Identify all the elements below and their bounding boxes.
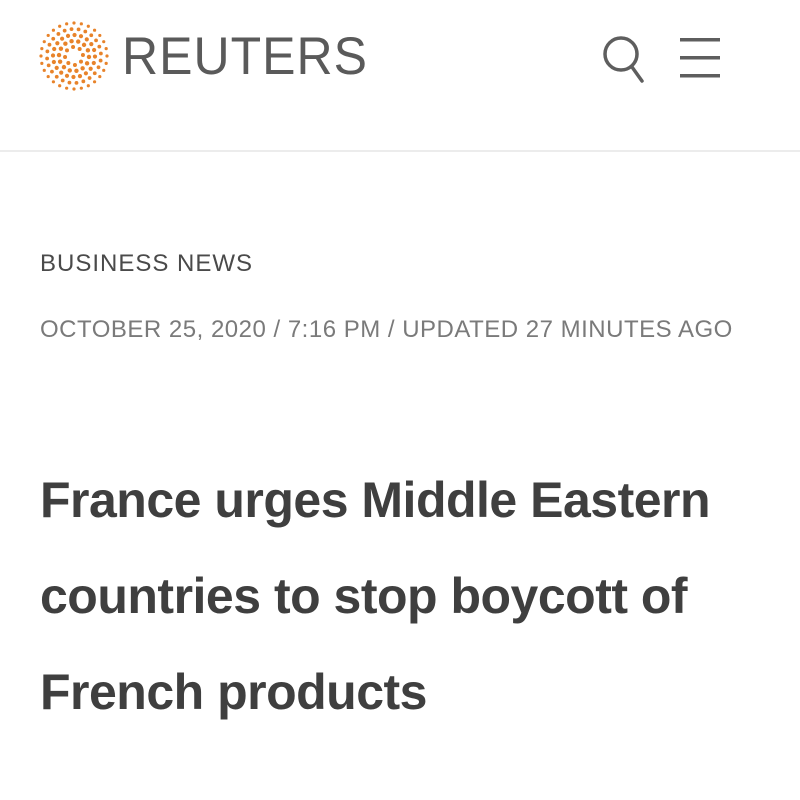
reuters-logo[interactable]: REUTERS — [38, 4, 368, 108]
search-icon — [603, 36, 644, 83]
site-header: REUTERS — [0, 0, 800, 152]
section-label[interactable]: BUSINESS NEWS — [40, 246, 760, 282]
search-button[interactable] — [600, 30, 648, 86]
reuters-logo-icon — [39, 21, 109, 91]
article-dateline: OCTOBER 25, 2020 / 7:16 PM / UPDATED 27 … — [40, 316, 733, 343]
brand-name: REUTERS — [122, 26, 368, 86]
article-header: BUSINESS NEWS OCTOBER 25, 2020 / 7:16 PM… — [40, 246, 760, 740]
menu-button[interactable] — [676, 30, 724, 86]
article-headline: France urges Middle Eastern countries to… — [40, 472, 711, 720]
header-actions — [600, 30, 724, 86]
hamburger-menu-icon — [680, 38, 720, 78]
